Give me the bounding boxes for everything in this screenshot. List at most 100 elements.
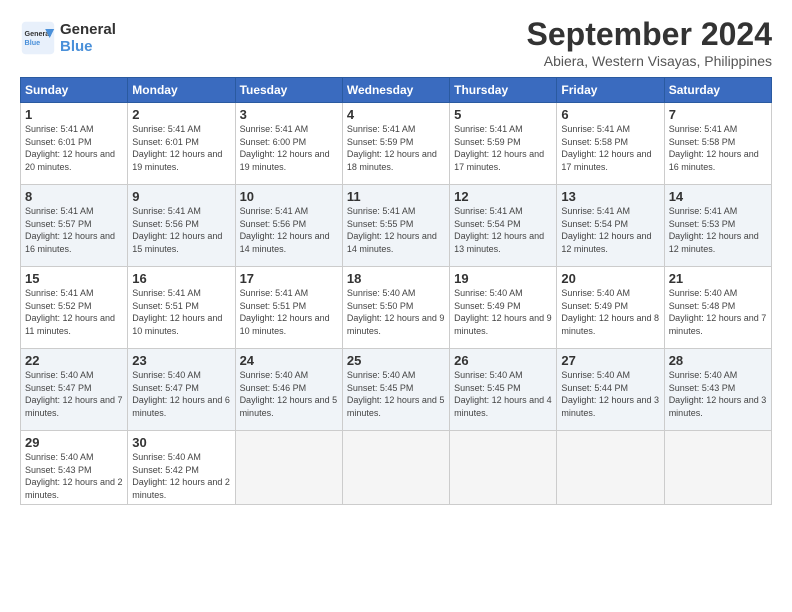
calendar-cell-5-6	[664, 431, 771, 505]
day-info: Sunrise: 5:41 AMSunset: 5:54 PMDaylight:…	[454, 205, 552, 255]
logo-general: General	[60, 21, 116, 38]
calendar-cell-4-1: 23Sunrise: 5:40 AMSunset: 5:47 PMDayligh…	[128, 349, 235, 431]
day-number: 5	[454, 107, 552, 122]
location-subtitle: Abiera, Western Visayas, Philippines	[527, 53, 772, 69]
day-number: 28	[669, 353, 767, 368]
day-number: 16	[132, 271, 230, 286]
day-number: 29	[25, 435, 123, 450]
calendar-cell-2-6: 14Sunrise: 5:41 AMSunset: 5:53 PMDayligh…	[664, 185, 771, 267]
day-number: 8	[25, 189, 123, 204]
logo-blue: Blue	[60, 38, 116, 55]
day-number: 25	[347, 353, 445, 368]
day-number: 6	[561, 107, 659, 122]
calendar-cell-2-0: 8Sunrise: 5:41 AMSunset: 5:57 PMDaylight…	[21, 185, 128, 267]
calendar-cell-3-4: 19Sunrise: 5:40 AMSunset: 5:49 PMDayligh…	[450, 267, 557, 349]
calendar-cell-4-3: 25Sunrise: 5:40 AMSunset: 5:45 PMDayligh…	[342, 349, 449, 431]
day-number: 30	[132, 435, 230, 450]
day-info: Sunrise: 5:41 AMSunset: 5:59 PMDaylight:…	[454, 123, 552, 173]
day-info: Sunrise: 5:40 AMSunset: 5:49 PMDaylight:…	[454, 287, 552, 337]
title-block: September 2024 Abiera, Western Visayas, …	[527, 16, 772, 69]
header: General Blue General Blue September 2024…	[20, 16, 772, 69]
day-info: Sunrise: 5:41 AMSunset: 5:58 PMDaylight:…	[669, 123, 767, 173]
header-monday: Monday	[128, 78, 235, 103]
day-info: Sunrise: 5:41 AMSunset: 6:01 PMDaylight:…	[132, 123, 230, 173]
day-info: Sunrise: 5:40 AMSunset: 5:45 PMDaylight:…	[454, 369, 552, 419]
day-info: Sunrise: 5:41 AMSunset: 5:51 PMDaylight:…	[132, 287, 230, 337]
day-number: 11	[347, 189, 445, 204]
header-friday: Friday	[557, 78, 664, 103]
calendar-cell-2-5: 13Sunrise: 5:41 AMSunset: 5:54 PMDayligh…	[557, 185, 664, 267]
day-number: 1	[25, 107, 123, 122]
calendar-cell-3-6: 21Sunrise: 5:40 AMSunset: 5:48 PMDayligh…	[664, 267, 771, 349]
header-thursday: Thursday	[450, 78, 557, 103]
day-number: 19	[454, 271, 552, 286]
logo: General Blue General Blue	[20, 20, 116, 56]
day-info: Sunrise: 5:41 AMSunset: 5:58 PMDaylight:…	[561, 123, 659, 173]
calendar-week-3: 15Sunrise: 5:41 AMSunset: 5:52 PMDayligh…	[21, 267, 772, 349]
calendar-week-2: 8Sunrise: 5:41 AMSunset: 5:57 PMDaylight…	[21, 185, 772, 267]
calendar-cell-4-6: 28Sunrise: 5:40 AMSunset: 5:43 PMDayligh…	[664, 349, 771, 431]
calendar-cell-5-0: 29Sunrise: 5:40 AMSunset: 5:43 PMDayligh…	[21, 431, 128, 505]
day-info: Sunrise: 5:41 AMSunset: 5:56 PMDaylight:…	[132, 205, 230, 255]
day-number: 2	[132, 107, 230, 122]
day-number: 26	[454, 353, 552, 368]
calendar-cell-2-4: 12Sunrise: 5:41 AMSunset: 5:54 PMDayligh…	[450, 185, 557, 267]
calendar-cell-3-5: 20Sunrise: 5:40 AMSunset: 5:49 PMDayligh…	[557, 267, 664, 349]
day-info: Sunrise: 5:40 AMSunset: 5:45 PMDaylight:…	[347, 369, 445, 419]
calendar-cell-1-2: 3Sunrise: 5:41 AMSunset: 6:00 PMDaylight…	[235, 103, 342, 185]
header-sunday: Sunday	[21, 78, 128, 103]
day-number: 23	[132, 353, 230, 368]
calendar-cell-5-5	[557, 431, 664, 505]
day-info: Sunrise: 5:40 AMSunset: 5:44 PMDaylight:…	[561, 369, 659, 419]
logo-icon: General Blue	[20, 20, 56, 56]
calendar-cell-1-0: 1Sunrise: 5:41 AMSunset: 6:01 PMDaylight…	[21, 103, 128, 185]
day-info: Sunrise: 5:40 AMSunset: 5:43 PMDaylight:…	[25, 451, 123, 501]
calendar-cell-5-1: 30Sunrise: 5:40 AMSunset: 5:42 PMDayligh…	[128, 431, 235, 505]
calendar-cell-1-5: 6Sunrise: 5:41 AMSunset: 5:58 PMDaylight…	[557, 103, 664, 185]
page: General Blue General Blue September 2024…	[0, 0, 792, 612]
day-info: Sunrise: 5:40 AMSunset: 5:48 PMDaylight:…	[669, 287, 767, 337]
day-number: 27	[561, 353, 659, 368]
calendar-cell-1-1: 2Sunrise: 5:41 AMSunset: 6:01 PMDaylight…	[128, 103, 235, 185]
day-number: 12	[454, 189, 552, 204]
day-number: 24	[240, 353, 338, 368]
day-info: Sunrise: 5:40 AMSunset: 5:47 PMDaylight:…	[132, 369, 230, 419]
calendar-cell-5-2	[235, 431, 342, 505]
day-info: Sunrise: 5:40 AMSunset: 5:50 PMDaylight:…	[347, 287, 445, 337]
day-info: Sunrise: 5:41 AMSunset: 5:53 PMDaylight:…	[669, 205, 767, 255]
calendar-cell-5-3	[342, 431, 449, 505]
day-info: Sunrise: 5:41 AMSunset: 5:52 PMDaylight:…	[25, 287, 123, 337]
day-number: 13	[561, 189, 659, 204]
day-number: 17	[240, 271, 338, 286]
header-saturday: Saturday	[664, 78, 771, 103]
day-info: Sunrise: 5:40 AMSunset: 5:46 PMDaylight:…	[240, 369, 338, 419]
day-info: Sunrise: 5:41 AMSunset: 5:56 PMDaylight:…	[240, 205, 338, 255]
calendar-cell-2-3: 11Sunrise: 5:41 AMSunset: 5:55 PMDayligh…	[342, 185, 449, 267]
day-number: 9	[132, 189, 230, 204]
calendar-cell-4-2: 24Sunrise: 5:40 AMSunset: 5:46 PMDayligh…	[235, 349, 342, 431]
header-wednesday: Wednesday	[342, 78, 449, 103]
calendar-cell-3-0: 15Sunrise: 5:41 AMSunset: 5:52 PMDayligh…	[21, 267, 128, 349]
day-info: Sunrise: 5:41 AMSunset: 5:51 PMDaylight:…	[240, 287, 338, 337]
day-number: 7	[669, 107, 767, 122]
day-info: Sunrise: 5:40 AMSunset: 5:43 PMDaylight:…	[669, 369, 767, 419]
calendar-cell-5-4	[450, 431, 557, 505]
calendar-cell-3-3: 18Sunrise: 5:40 AMSunset: 5:50 PMDayligh…	[342, 267, 449, 349]
svg-text:Blue: Blue	[25, 38, 41, 47]
month-title: September 2024	[527, 16, 772, 53]
day-number: 20	[561, 271, 659, 286]
day-info: Sunrise: 5:41 AMSunset: 5:54 PMDaylight:…	[561, 205, 659, 255]
day-number: 4	[347, 107, 445, 122]
day-number: 22	[25, 353, 123, 368]
header-tuesday: Tuesday	[235, 78, 342, 103]
calendar-cell-2-1: 9Sunrise: 5:41 AMSunset: 5:56 PMDaylight…	[128, 185, 235, 267]
day-number: 3	[240, 107, 338, 122]
day-info: Sunrise: 5:41 AMSunset: 5:57 PMDaylight:…	[25, 205, 123, 255]
day-number: 18	[347, 271, 445, 286]
calendar-cell-3-1: 16Sunrise: 5:41 AMSunset: 5:51 PMDayligh…	[128, 267, 235, 349]
calendar-cell-4-0: 22Sunrise: 5:40 AMSunset: 5:47 PMDayligh…	[21, 349, 128, 431]
calendar-cell-4-5: 27Sunrise: 5:40 AMSunset: 5:44 PMDayligh…	[557, 349, 664, 431]
day-info: Sunrise: 5:40 AMSunset: 5:47 PMDaylight:…	[25, 369, 123, 419]
calendar: SundayMondayTuesdayWednesdayThursdayFrid…	[20, 77, 772, 505]
day-info: Sunrise: 5:40 AMSunset: 5:42 PMDaylight:…	[132, 451, 230, 501]
